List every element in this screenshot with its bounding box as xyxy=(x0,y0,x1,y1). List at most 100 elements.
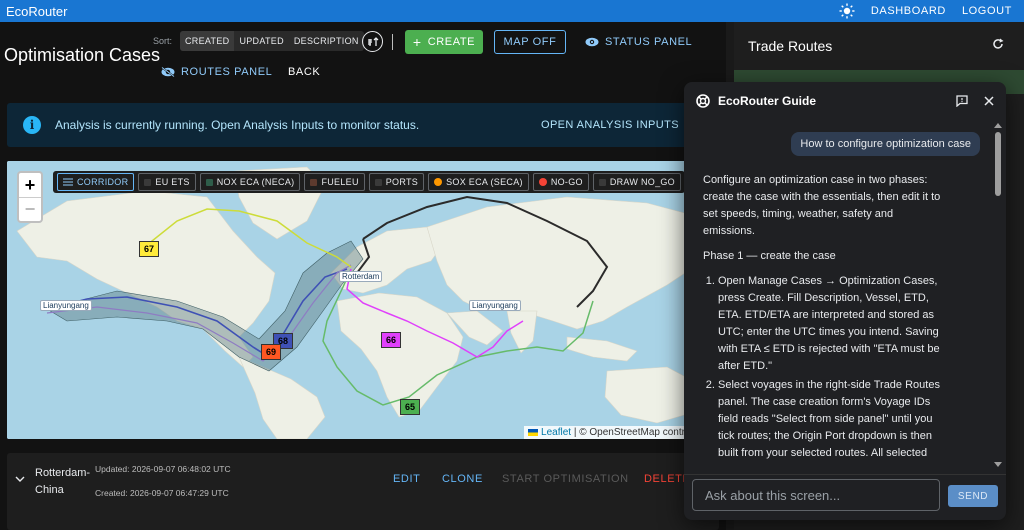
analysis-info-banner: i Analysis is currently running. Open An… xyxy=(7,103,719,147)
layer-label: CORRIDOR xyxy=(77,177,129,187)
layer-swatch xyxy=(205,178,213,186)
user-message: How to configure optimization case xyxy=(791,132,980,156)
layer-swatch xyxy=(144,178,152,186)
layer-label: NOX ECA (NECA) xyxy=(216,177,295,187)
close-icon[interactable] xyxy=(984,96,994,106)
route-marker-66[interactable]: 66 xyxy=(381,332,401,348)
leaflet-link[interactable]: Leaflet xyxy=(541,427,571,438)
status-panel-label: STATUS PANEL xyxy=(605,36,693,48)
sort-label: Sort: xyxy=(153,36,173,46)
sort-description[interactable]: DESCRIPTION xyxy=(289,31,364,51)
banner-message: Analysis is currently running. Open Anal… xyxy=(55,118,420,132)
layer-ports-chip[interactable]: PORTS xyxy=(368,173,425,191)
sort-created[interactable]: CREATED xyxy=(180,31,235,51)
trade-routes-title: Trade Routes xyxy=(748,38,833,54)
case-updated: Updated: 2026-09-07 06:48:02 UTC xyxy=(95,464,231,474)
sort-updated[interactable]: UPDATED xyxy=(234,31,288,51)
create-label: CREATE xyxy=(427,36,476,48)
layer-label: DRAW NO_GO xyxy=(609,177,675,187)
layer-label: PORTS xyxy=(385,177,419,187)
main-content: Optimisation Cases Sort: CREATED UPDATED… xyxy=(0,22,726,530)
layer-corridor-chip[interactable]: CORRIDOR xyxy=(57,173,135,191)
edit-button[interactable]: EDIT xyxy=(393,473,420,485)
route-map[interactable]: + − CORRIDOR EU ETS NOX ECA (NECA) FUELE… xyxy=(7,161,719,439)
guide-composer: Ask about this screen... SEND xyxy=(684,474,1006,520)
chevron-down-icon[interactable] xyxy=(15,475,25,483)
draw-no-go-chip[interactable]: DRAW NO_GO xyxy=(592,173,681,191)
layer-nox-eca-chip[interactable]: NOX ECA (NECA) xyxy=(199,173,301,191)
status-panel-button[interactable]: STATUS PANEL xyxy=(585,32,692,52)
route-marker-65[interactable]: 65 xyxy=(400,399,420,415)
eye-icon xyxy=(585,37,599,47)
sort-direction-icon xyxy=(367,36,378,46)
toolbar-divider xyxy=(392,34,393,50)
scroll-down-icon[interactable] xyxy=(994,462,1002,468)
guide-ask-input[interactable]: Ask about this screen... xyxy=(692,479,940,511)
open-analysis-inputs-button[interactable]: OPEN ANALYSIS INPUTS xyxy=(541,119,679,131)
assistant-intro: Configure an optimization case in two ph… xyxy=(703,174,941,237)
layer-fueleu-chip[interactable]: FUELEU xyxy=(304,173,365,191)
layer-swatch xyxy=(374,178,382,186)
case-name: Rotterdam-China xyxy=(35,467,91,496)
layer-swatch xyxy=(598,178,606,186)
layer-no-go-chip[interactable]: NO-GO xyxy=(532,173,589,191)
eye-off-icon xyxy=(161,67,175,77)
clone-button[interactable]: CLONE xyxy=(442,473,483,485)
layer-swatch xyxy=(310,178,318,186)
routes-panel-button[interactable]: ROUTES PANEL xyxy=(161,62,272,82)
assistant-step: Open Manage Cases → Optimization Cases, … xyxy=(718,273,941,375)
port-label-lianyungang-west[interactable]: Lianyungang xyxy=(40,300,92,311)
guide-title: EcoRouter Guide xyxy=(718,94,817,108)
app-brand: EcoRouter xyxy=(6,3,68,19)
nav-dashboard[interactable]: DASHBOARD xyxy=(871,5,946,17)
assistant-phase-heading: Phase 1 — create the case xyxy=(703,250,836,262)
app-bar: EcoRouter DASHBOARD LOGOUT xyxy=(0,0,1024,22)
start-optimisation-button[interactable]: START OPTIMISATION xyxy=(502,473,629,485)
guide-scrollbar[interactable] xyxy=(994,122,1002,468)
guide-messages: How to configure optimization case Confi… xyxy=(684,122,994,464)
map-off-button[interactable]: MAP OFF xyxy=(494,30,566,54)
layer-sox-eca-chip[interactable]: SOX ECA (SECA) xyxy=(428,173,529,191)
sort-direction-button[interactable] xyxy=(362,31,383,52)
sox-dot-icon xyxy=(434,178,443,186)
zoom-out-button[interactable]: − xyxy=(19,197,41,221)
refresh-icon[interactable] xyxy=(992,38,1004,50)
layer-label: SOX ECA (SECA) xyxy=(446,177,523,187)
plus-icon: + xyxy=(412,34,422,50)
guide-header: EcoRouter Guide xyxy=(684,82,1006,120)
lifebuoy-icon xyxy=(696,94,710,108)
nav-logout[interactable]: LOGOUT xyxy=(962,5,1012,17)
info-icon: i xyxy=(23,116,41,134)
layer-label: NO-GO xyxy=(550,177,583,187)
case-row[interactable]: Rotterdam-China Updated: 2026-09-07 06:4… xyxy=(7,453,719,530)
theme-toggle-sun-icon[interactable] xyxy=(839,3,855,19)
feedback-icon[interactable] xyxy=(956,95,968,107)
ukraine-flag-icon xyxy=(528,428,539,436)
route-marker-67[interactable]: 67 xyxy=(139,241,159,257)
route-marker-69[interactable]: 69 xyxy=(261,344,281,360)
layer-label: EU ETS xyxy=(155,177,190,187)
send-button[interactable]: SEND xyxy=(948,485,998,507)
guide-chat-panel: EcoRouter Guide How to configure optimiz… xyxy=(684,82,1006,520)
guide-scroll-thumb[interactable] xyxy=(995,132,1001,196)
page-title: Optimisation Cases xyxy=(4,45,161,65)
no-go-dot-icon xyxy=(538,178,547,186)
corridor-icon xyxy=(63,178,73,186)
scroll-up-icon[interactable] xyxy=(994,122,1002,128)
port-label-lianyungang-east[interactable]: Lianyungang xyxy=(469,300,521,311)
back-button[interactable]: BACK xyxy=(288,62,320,82)
zoom-in-button[interactable]: + xyxy=(19,173,41,197)
layer-label: FUELEU xyxy=(321,177,359,187)
layer-eu-ets-chip[interactable]: EU ETS xyxy=(138,173,196,191)
assistant-message: Configure an optimization case in two ph… xyxy=(703,172,941,464)
assistant-steps: Open Manage Cases → Optimization Cases, … xyxy=(703,273,941,464)
port-label-rotterdam[interactable]: Rotterdam xyxy=(339,271,383,282)
create-button[interactable]: + CREATE xyxy=(405,30,483,54)
map-layer-toolbar: CORRIDOR EU ETS NOX ECA (NECA) FUELEU PO… xyxy=(53,171,685,193)
zoom-control: + − xyxy=(17,171,43,223)
case-created: Created: 2026-09-07 06:47:29 UTC xyxy=(95,488,229,498)
routes-panel-label: ROUTES PANEL xyxy=(181,66,273,78)
assistant-step: Select voyages in the right-side Trade R… xyxy=(718,377,941,464)
world-map-graphic xyxy=(7,161,719,439)
sort-toggle-group: CREATED UPDATED DESCRIPTION xyxy=(180,31,364,51)
